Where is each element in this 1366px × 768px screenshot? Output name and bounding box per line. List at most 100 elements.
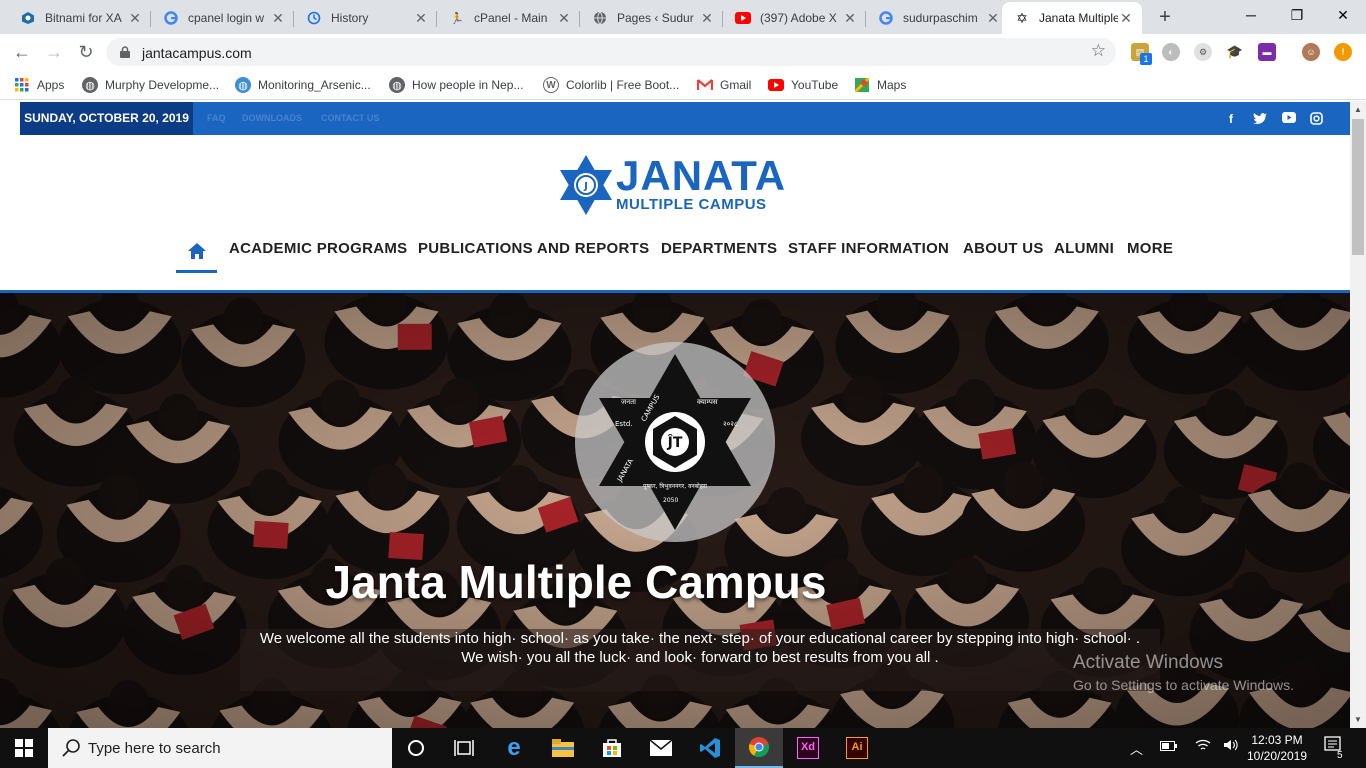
close-icon[interactable]: ✕ <box>413 10 429 27</box>
bookmark-youtube[interactable]: YouTube <box>768 76 838 94</box>
nav-staff-information[interactable]: STAFF INFORMATION <box>788 240 949 257</box>
logo-star-icon: J <box>560 155 612 215</box>
instagram-icon[interactable] <box>1310 112 1323 128</box>
extension-purple-icon[interactable]: ▬ <box>1258 43 1276 61</box>
back-button[interactable]: ← <box>10 40 34 64</box>
reload-button[interactable]: ↻ <box>74 40 98 64</box>
scroll-up-arrow[interactable]: ▲ <box>1354 105 1362 114</box>
faq-link[interactable]: FAQ <box>207 102 226 135</box>
illustrator-icon: Ai <box>846 737 868 759</box>
scroll-down-arrow[interactable]: ▼ <box>1354 715 1362 724</box>
edge-icon: e <box>507 734 521 761</box>
tab-janata-active[interactable]: ✡ Janata Multiple ✕ <box>1002 2 1142 34</box>
bookmark-maps[interactable]: Maps <box>854 76 906 94</box>
gmail-icon <box>697 77 713 93</box>
minimize-button[interactable]: ─ <box>1228 0 1274 32</box>
bookmark-how-people[interactable]: ◍ How people in Nep... <box>389 76 523 94</box>
cortana-button[interactable] <box>392 728 440 768</box>
home-nav-button[interactable] <box>176 231 217 273</box>
taskbar-chrome[interactable] <box>735 728 783 768</box>
tab-adobe-xd[interactable]: (397) Adobe X ✕ <box>723 2 866 34</box>
browser-toolbar: ← → ↻ jantacampus.com ☆ ▤ 1 ◐ ⚙ 🎓 ▬ ☺ ! <box>0 34 1366 70</box>
bookmark-gmail[interactable]: Gmail <box>697 76 751 94</box>
nav-more[interactable]: MORE <box>1127 240 1173 257</box>
tab-pages[interactable]: Pages ‹ Sudur ✕ <box>580 2 723 34</box>
page-scrollbar[interactable]: ▲ ▼ <box>1350 101 1366 728</box>
nav-about-us[interactable]: ABOUT US <box>963 240 1044 257</box>
svg-text:ĴT: ĴT <box>667 434 683 451</box>
address-bar[interactable]: jantacampus.com ☆ <box>106 38 1116 66</box>
close-icon[interactable]: ✕ <box>127 10 143 27</box>
nav-publications[interactable]: PUBLICATIONS AND REPORTS <box>418 240 649 257</box>
taskbar-illustrator[interactable]: Ai <box>833 728 881 768</box>
taskbar-mail[interactable] <box>637 728 685 768</box>
battery-icon[interactable] <box>1160 739 1178 754</box>
taskbar-adobe-xd[interactable]: Xd <box>784 728 832 768</box>
start-button[interactable] <box>0 728 48 768</box>
search-icon <box>62 739 80 757</box>
bitnami-icon <box>20 10 36 26</box>
downloads-link[interactable]: DOWNLOADS <box>242 102 302 135</box>
emblem-text-top-right: क्याम्पस <box>697 398 718 406</box>
task-view-button[interactable] <box>440 728 488 768</box>
taskbar-edge[interactable]: e <box>490 728 538 768</box>
cpanel-icon: 🏃 <box>450 12 464 25</box>
hero-subtitle-line1: We welcome all the students into high· s… <box>259 630 1141 647</box>
lock-icon <box>120 45 130 58</box>
wifi-icon[interactable] <box>1195 739 1211 754</box>
new-tab-button[interactable]: + <box>1154 6 1176 28</box>
bookmark-colorlib[interactable]: W Colorlib | Free Boot... <box>543 76 679 94</box>
site-logo[interactable]: J JANATA MULTIPLE CAMPUS <box>558 154 798 216</box>
bookmark-monitoring[interactable]: ◍ Monitoring_Arsenic... <box>235 76 371 94</box>
close-icon[interactable]: ✕ <box>1118 10 1134 27</box>
nav-alumni[interactable]: ALUMNI <box>1054 240 1114 257</box>
close-icon[interactable]: ✕ <box>985 10 1001 27</box>
update-alert-icon[interactable]: ! <box>1334 43 1352 61</box>
clock-time: 12:03 PM <box>1251 733 1303 747</box>
close-window-button[interactable]: ✕ <box>1320 0 1366 32</box>
emblem-text-bottom: पुष्कर, त्रिभुवननगर, वनबोहरा <box>643 482 707 490</box>
tray-chevron-icon[interactable]: ︿ <box>1130 739 1143 758</box>
youtube-icon[interactable] <box>1282 112 1296 126</box>
taskbar-search[interactable]: Type here to search <box>48 728 392 768</box>
main-navigation: ACADEMIC PROGRAMS PUBLICATIONS AND REPOR… <box>0 231 1350 273</box>
close-icon[interactable]: ✕ <box>842 10 858 27</box>
page-viewport: SUNDAY, OCTOBER 20, 2019 FAQ DOWNLOADS C… <box>0 101 1350 728</box>
contact-us-link[interactable]: CONTACT US <box>321 102 379 135</box>
taskbar-clock[interactable]: 12:03 PM 10/20/2019 <box>1244 732 1310 764</box>
close-icon[interactable]: ✕ <box>556 10 572 27</box>
earth-icon: ◍ <box>235 77 251 93</box>
forward-button[interactable]: → <box>42 40 66 64</box>
tab-cpanel-login[interactable]: cpanel login w ✕ <box>151 2 294 34</box>
close-icon[interactable]: ✕ <box>699 10 715 27</box>
taskbar-file-explorer[interactable] <box>539 728 587 768</box>
scroll-thumb[interactable] <box>1352 119 1364 255</box>
taskbar-vscode[interactable] <box>686 728 734 768</box>
folder-icon <box>552 739 574 757</box>
profile-avatar[interactable]: ☺ <box>1302 43 1320 61</box>
close-icon[interactable]: ✕ <box>270 10 286 27</box>
tab-cpanel-main[interactable]: 🏃 cPanel - Main ✕ <box>437 2 580 34</box>
facebook-icon[interactable]: f <box>1229 112 1233 126</box>
windows-logo-icon <box>15 739 33 757</box>
nav-academic-programs[interactable]: ACADEMIC PROGRAMS <box>229 240 407 257</box>
bookmark-murphy[interactable]: ◍ Murphy Developme... <box>82 76 219 94</box>
activate-windows-text: Go to Settings to activate Windows. <box>1073 677 1294 693</box>
extension-badge: 1 <box>1140 53 1152 65</box>
adobe-xd-icon: Xd <box>797 737 819 759</box>
extension-graduation-icon[interactable]: 🎓 <box>1226 43 1244 61</box>
bookmark-star-icon[interactable]: ☆ <box>1091 41 1106 61</box>
twitter-icon[interactable] <box>1253 112 1267 127</box>
extension-compass-icon[interactable]: ◐ <box>1162 43 1180 61</box>
maximize-button[interactable]: ❐ <box>1274 0 1320 32</box>
bookmark-apps[interactable]: Apps <box>14 76 64 94</box>
tab-history[interactable]: History ✕ <box>294 2 437 34</box>
tab-sudurpaschim[interactable]: sudurpaschim ✕ <box>866 2 1009 34</box>
tab-bitnami[interactable]: Bitnami for XA ✕ <box>8 2 151 34</box>
nav-departments[interactable]: DEPARTMENTS <box>661 240 777 257</box>
volume-icon[interactable] <box>1223 739 1239 754</box>
history-icon <box>306 10 322 26</box>
taskbar-store[interactable] <box>588 728 636 768</box>
hero-title: Janta Multiple Campus <box>325 556 827 608</box>
extension-tool-icon[interactable]: ⚙ <box>1194 43 1212 61</box>
